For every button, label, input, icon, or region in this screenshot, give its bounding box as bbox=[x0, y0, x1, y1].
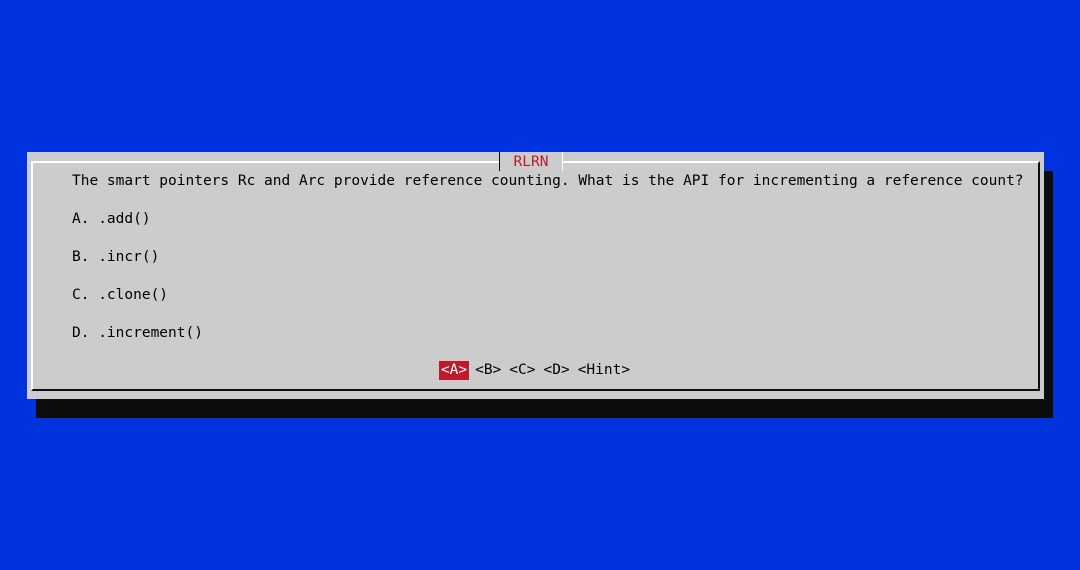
answer-d-button[interactable]: <D> bbox=[542, 361, 572, 380]
question-text: The smart pointers Rc and Arc provide re… bbox=[72, 173, 1024, 189]
answer-c-button[interactable]: <C> bbox=[507, 361, 537, 380]
option-b: B. .incr() bbox=[72, 249, 160, 265]
option-c: C. .clone() bbox=[72, 287, 169, 303]
answer-a-button[interactable]: <A> bbox=[438, 361, 470, 380]
hint-button[interactable]: <Hint> bbox=[576, 361, 632, 380]
answer-b-button[interactable]: <B> bbox=[473, 361, 503, 380]
button-bar: <A> <B> <C> <D> <Hint> bbox=[27, 361, 1044, 380]
quiz-dialog: RLRN The smart pointers Rc and Arc provi… bbox=[27, 152, 1044, 399]
dialog-frame bbox=[31, 161, 1040, 391]
option-a: A. .add() bbox=[72, 211, 151, 227]
option-d: D. .increment() bbox=[72, 325, 203, 341]
dialog-title: RLRN bbox=[499, 152, 563, 171]
